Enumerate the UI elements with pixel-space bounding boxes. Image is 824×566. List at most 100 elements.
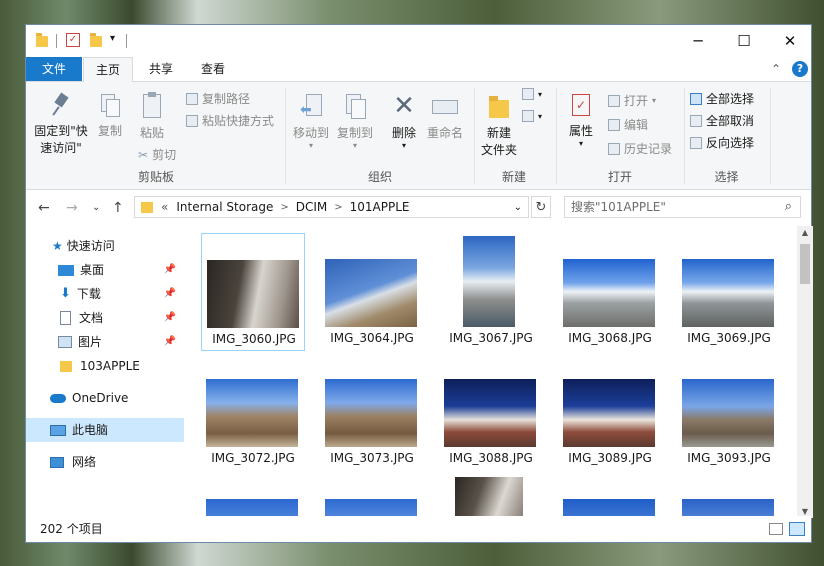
new-folder-quick-icon[interactable] [90, 33, 102, 49]
scroll-thumb[interactable] [800, 244, 810, 284]
cut-button[interactable]: ✂ 剪切 [138, 146, 176, 163]
vertical-scrollbar[interactable]: ▲ ▼ [797, 226, 813, 518]
new-folder-button[interactable]: 新建 文件夹 [478, 90, 520, 158]
nav-pictures[interactable]: 图片 📌 [26, 330, 184, 354]
delete-button[interactable]: ✕ 删除 ▾ [386, 90, 422, 150]
help-button[interactable]: ? [792, 61, 808, 77]
file-thumbnail [206, 379, 298, 447]
search-icon[interactable]: ⌕ [785, 197, 792, 217]
address-path[interactable]: « Internal Storage > DCIM > 101APPLE ⌄ [134, 196, 529, 218]
customize-quick-access-button[interactable]: ▾ [110, 33, 115, 49]
rename-button[interactable]: 重命名 [424, 90, 466, 141]
tab-share[interactable]: 共享 [136, 57, 186, 81]
nav-onedrive[interactable]: OneDrive [26, 386, 184, 410]
large-icons-view-icon[interactable] [789, 522, 805, 536]
file-tile[interactable]: IMG_3069.JPG [677, 233, 781, 351]
nav-this-pc[interactable]: 此电脑 [26, 418, 184, 442]
edit-button[interactable]: 编辑 [608, 116, 648, 133]
invert-selection-button[interactable]: 反向选择 [690, 134, 754, 151]
copy-path-icon [186, 92, 198, 105]
maximize-button[interactable]: ☐ [721, 25, 767, 57]
computer-icon [50, 424, 66, 436]
new-group-label: 新建 [501, 170, 526, 184]
pin-icon[interactable]: 📌 [164, 282, 176, 306]
chevron-down-icon: ▾ [401, 141, 406, 150]
open-button[interactable]: 打开 ▾ [608, 92, 656, 109]
paste-button[interactable]: 粘贴 [134, 90, 170, 141]
chevron-right-icon[interactable]: > [280, 202, 288, 213]
properties-button[interactable]: ✓ 属性 ▾ [562, 90, 600, 148]
file-tile[interactable] [201, 473, 305, 518]
recent-locations-button[interactable]: ⌄ [92, 202, 100, 213]
file-thumbnail [563, 259, 655, 327]
file-thumbnail [682, 259, 774, 327]
nav-folder-103apple[interactable]: 103APPLE [26, 354, 184, 378]
new-item-button[interactable]: ▾ [522, 88, 542, 100]
file-tile[interactable]: IMG_3064.JPG [320, 233, 424, 351]
file-tile[interactable] [439, 473, 543, 518]
back-button[interactable]: ← [38, 200, 50, 216]
address-dropdown-button[interactable]: ⌄ [514, 202, 522, 213]
pin-icon[interactable]: 📌 [164, 258, 176, 282]
pin-icon[interactable]: 📌 [164, 330, 176, 354]
tab-file[interactable]: 文件 [26, 57, 82, 81]
forward-button[interactable]: → [66, 200, 78, 216]
details-view-icon[interactable] [769, 523, 783, 535]
chevron-right-icon[interactable]: > [334, 202, 342, 213]
file-tile[interactable]: IMG_3088.JPG [439, 353, 543, 471]
file-tile[interactable]: IMG_3068.JPG [558, 233, 662, 351]
select-none-button[interactable]: 全部取消 [690, 112, 754, 129]
file-tile[interactable] [677, 473, 781, 518]
chevron-down-icon: ▾ [652, 96, 657, 105]
breadcrumb-internal-storage[interactable]: Internal Storage [176, 200, 273, 214]
select-all-button[interactable]: 全部选择 [690, 90, 754, 107]
nav-downloads[interactable]: ⬇ 下载 📌 [26, 282, 184, 306]
file-tile[interactable]: IMG_3072.JPG [201, 353, 305, 471]
breadcrumb-dcim[interactable]: DCIM [296, 200, 328, 214]
properties-quick-icon[interactable]: ✓ [66, 33, 80, 47]
tab-view[interactable]: 查看 [188, 57, 238, 81]
scroll-down-arrow-icon[interactable]: ▼ [797, 507, 813, 516]
move-to-button[interactable]: ⬅ 移动到 ▾ [290, 90, 332, 150]
copy-icon [101, 94, 120, 117]
nav-network[interactable]: 网络 [26, 450, 184, 474]
file-tile[interactable]: IMG_3093.JPG [677, 353, 781, 471]
file-tile[interactable]: IMG_3073.JPG [320, 353, 424, 471]
paste-shortcut-button[interactable]: 粘贴快捷方式 [186, 112, 274, 129]
file-thumbnail [463, 236, 515, 327]
file-tile[interactable]: IMG_3089.JPG [558, 353, 662, 471]
search-input[interactable]: 搜索"101APPLE" ⌕ [564, 196, 801, 218]
up-button[interactable]: ↑ [112, 200, 124, 216]
file-thumbnail [455, 477, 523, 518]
history-button[interactable]: 历史记录 [608, 140, 672, 157]
file-tile[interactable] [558, 473, 662, 518]
nav-desktop[interactable]: 桌面 📌 [26, 258, 184, 282]
nav-quick-access[interactable]: ★ 快速访问 [26, 234, 184, 258]
file-tile[interactable]: IMG_3060.JPG [201, 233, 305, 351]
copy-to-button[interactable]: 复制到 ▾ [334, 90, 376, 150]
close-button[interactable]: ✕ [767, 25, 813, 57]
breadcrumb-101apple[interactable]: 101APPLE [350, 200, 410, 214]
copy-path-button[interactable]: 复制路径 [186, 90, 250, 107]
minimize-button[interactable]: ─ [675, 25, 721, 57]
file-tile[interactable]: IMG_3067.JPG [439, 233, 543, 351]
pin-to-quick-access-button[interactable]: 固定到"快 速访问" [34, 90, 88, 156]
overflow-chevron[interactable]: « [161, 200, 168, 214]
copy-button[interactable]: 复制 [92, 90, 128, 139]
file-tile[interactable] [320, 473, 424, 518]
pin-icon[interactable]: 📌 [164, 306, 176, 330]
nav-label: OneDrive [72, 391, 129, 405]
cut-label: 剪切 [152, 148, 177, 162]
nav-documents[interactable]: 文档 📌 [26, 306, 184, 330]
history-label: 历史记录 [624, 142, 673, 156]
nav-label: 快速访问 [66, 239, 115, 253]
tab-home[interactable]: 主页 [83, 57, 133, 82]
easy-access-button[interactable]: ▾ [522, 110, 542, 122]
new-folder-label-2: 文件夹 [480, 143, 517, 157]
refresh-button[interactable]: ↻ [531, 196, 551, 218]
pin-label-1: 固定到"快 [34, 124, 88, 138]
collapse-ribbon-button[interactable]: ⌃ [766, 57, 786, 81]
chevron-down-icon: ▾ [538, 111, 543, 121]
scroll-up-arrow-icon[interactable]: ▲ [797, 228, 813, 237]
properties-icon: ✓ [572, 94, 590, 116]
